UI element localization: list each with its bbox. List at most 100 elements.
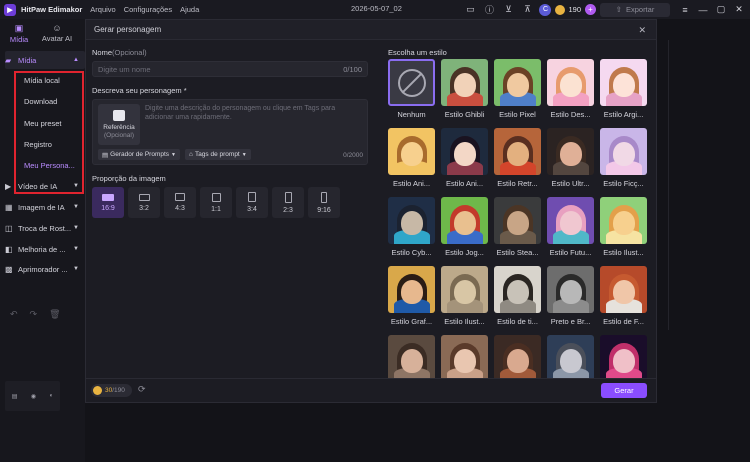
generate-button[interactable]: Gerar <box>601 383 647 398</box>
style-tile[interactable]: Preto e Br... <box>547 266 594 326</box>
image-add-icon <box>113 109 125 121</box>
ratio-16-9[interactable]: 16:9 <box>92 187 124 218</box>
menu-configuracoes[interactable]: Configurações <box>124 5 172 14</box>
style-tile[interactable] <box>494 335 541 378</box>
style-tile[interactable] <box>441 335 488 378</box>
style-tile[interactable] <box>547 335 594 378</box>
chevron-down-icon: ▼ <box>73 266 79 272</box>
track-eye-icon[interactable]: ◉ <box>31 393 36 400</box>
nav-enhance[interactable]: ◧ Melhoria de ... ▼ <box>5 240 85 258</box>
upload-icon[interactable]: ⊼ <box>520 3 534 17</box>
nav-upscaler-label: Aprimorador ... <box>18 264 68 274</box>
add-credits-icon[interactable]: + <box>585 4 596 15</box>
chevron-down-icon: ▼ <box>73 183 79 189</box>
prompt-tags-button[interactable]: ⌂ Tags de prompt ▼ <box>185 149 251 160</box>
style-thumbnail <box>494 59 541 106</box>
menu-ajuda[interactable]: Ajuda <box>180 5 199 14</box>
style-thumbnail <box>441 128 488 175</box>
left-tabs: ▣ Mídia ☺ Avatar AI <box>0 19 85 45</box>
nav-ai-video[interactable]: ▶ Vídeo de IA ▼ <box>5 177 85 195</box>
nav-media[interactable]: ▰ Mídia ▲ <box>5 51 85 69</box>
user-avatar[interactable]: C <box>539 3 552 16</box>
coin-icon <box>555 4 566 15</box>
tab-media[interactable]: ▣ Mídia <box>0 23 38 44</box>
description-input[interactable]: Referência (Opcional) Digite uma descriç… <box>92 99 368 165</box>
style-tile[interactable]: Estilo Ghibli <box>441 59 488 119</box>
refresh-icon[interactable]: ⟳ <box>138 384 146 395</box>
nav-face-swap[interactable]: ◫ Troca de Rost... ▼ <box>5 219 85 237</box>
download-icon[interactable]: ⊻ <box>501 3 515 17</box>
aspect-ratio-options: 16:9 3:2 4:3 1:1 3:4 2:3 9:16 <box>92 187 368 218</box>
style-tile[interactable]: Estilo Pixel <box>494 59 541 119</box>
no-style-thumbnail <box>388 59 435 106</box>
prompt-generator-icon: ▤ <box>102 151 109 159</box>
name-input[interactable]: Digite um nome 0/100 <box>92 61 368 77</box>
prompt-generator-button[interactable]: ▤ Gerador de Prompts ▼ <box>98 149 180 160</box>
window-close-icon[interactable]: ✕ <box>732 3 746 17</box>
ratio-2-3[interactable]: 2:3 <box>272 187 304 218</box>
style-tile[interactable]: Estilo Ilust... <box>600 197 647 257</box>
style-thumbnail <box>600 59 647 106</box>
submenu-registry[interactable]: Registro <box>24 140 52 149</box>
style-tile[interactable]: Estilo Ani... <box>388 128 435 188</box>
style-thumbnail <box>388 128 435 175</box>
nav-upscaler[interactable]: ▩ Aprimorador ... ▼ <box>5 260 85 278</box>
style-tile[interactable]: Estilo Ani... <box>441 128 488 188</box>
ratio-4-3[interactable]: 4:3 <box>164 187 196 218</box>
info-icon[interactable]: ⓘ <box>482 3 496 17</box>
style-tile[interactable] <box>600 335 647 378</box>
dialog-close-icon[interactable]: ✕ <box>638 25 646 36</box>
submenu-download[interactable]: Download <box>24 97 57 106</box>
thumbnail-face <box>453 280 476 305</box>
style-tile[interactable]: Estilo Des... <box>547 59 594 119</box>
ratio-9-16[interactable]: 9:16 <box>308 187 340 218</box>
submenu-my-persona[interactable]: Meu Persona... <box>24 161 75 170</box>
reference-upload-button[interactable]: Referência (Opcional) <box>98 104 140 145</box>
style-tile[interactable] <box>388 335 435 378</box>
hamburger-menu-icon[interactable]: ≡ <box>678 3 692 17</box>
tab-avatar-ai[interactable]: ☺ Avatar AI <box>38 23 76 43</box>
style-tile[interactable]: Estilo Graf... <box>388 266 435 326</box>
thumbnail-face <box>400 349 423 374</box>
menu-arquivo[interactable]: Arquivo <box>90 5 115 14</box>
style-tile[interactable]: Estilo de F... <box>600 266 647 326</box>
style-tile[interactable]: Estilo Retr... <box>494 128 541 188</box>
nav-ai-image[interactable]: ▦ Imagem de IA ▼ <box>5 198 85 216</box>
style-tile[interactable]: Estilo Stea... <box>494 197 541 257</box>
submenu-local-media[interactable]: Mídia local <box>24 76 60 85</box>
ratio-3-4[interactable]: 3:4 <box>236 187 268 218</box>
ratio-1-1[interactable]: 1:1 <box>200 187 232 218</box>
export-button[interactable]: ⇧ Exportar <box>600 2 670 17</box>
style-tile[interactable]: Estilo Futu... <box>547 197 594 257</box>
style-tile[interactable]: Estilo Jog... <box>441 197 488 257</box>
style-label: Estilo Futu... <box>549 248 592 257</box>
chevron-down-icon: ▼ <box>241 151 247 158</box>
ratio-1-1-label: 1:1 <box>211 205 221 213</box>
prompt-generator-label: Gerador de Prompts <box>110 151 170 158</box>
style-tile[interactable]: Estilo Argi... <box>600 59 647 119</box>
style-none[interactable]: Nenhum <box>388 59 435 119</box>
ratio-3-2[interactable]: 3:2 <box>128 187 160 218</box>
style-tile[interactable]: Estilo Ultr... <box>547 128 594 188</box>
redo-icon[interactable]: ↷ <box>30 309 38 320</box>
track-lock-icon[interactable]: ▤ <box>12 393 18 400</box>
thumbnail-face <box>453 211 476 236</box>
track-mute-icon[interactable]: ◐ <box>50 393 54 399</box>
style-tile[interactable]: Estilo Ficç... <box>600 128 647 188</box>
style-tile[interactable]: Estilo de ti... <box>494 266 541 326</box>
name-char-count: 0/100 <box>343 64 362 74</box>
thumbnail-face <box>506 349 529 374</box>
undo-icon[interactable]: ↶ <box>10 309 18 320</box>
style-label: Estilo Ilust... <box>444 317 485 326</box>
delete-icon[interactable]: 🗑 <box>49 309 60 320</box>
thumbnail-face <box>559 142 582 167</box>
style-tile[interactable]: Estilo Ilust... <box>441 266 488 326</box>
chevron-up-icon: ▲ <box>73 57 79 63</box>
style-tile[interactable]: Estilo Cyb... <box>388 197 435 257</box>
minimize-icon[interactable]: — <box>696 3 710 17</box>
chevron-down-icon: ▼ <box>73 246 79 252</box>
tutorial-icon[interactable]: ▭ <box>463 3 477 17</box>
enhance-icon: ◧ <box>5 244 13 254</box>
maximize-icon[interactable]: ▢ <box>714 3 728 17</box>
submenu-my-preset[interactable]: Meu preset <box>24 119 62 128</box>
